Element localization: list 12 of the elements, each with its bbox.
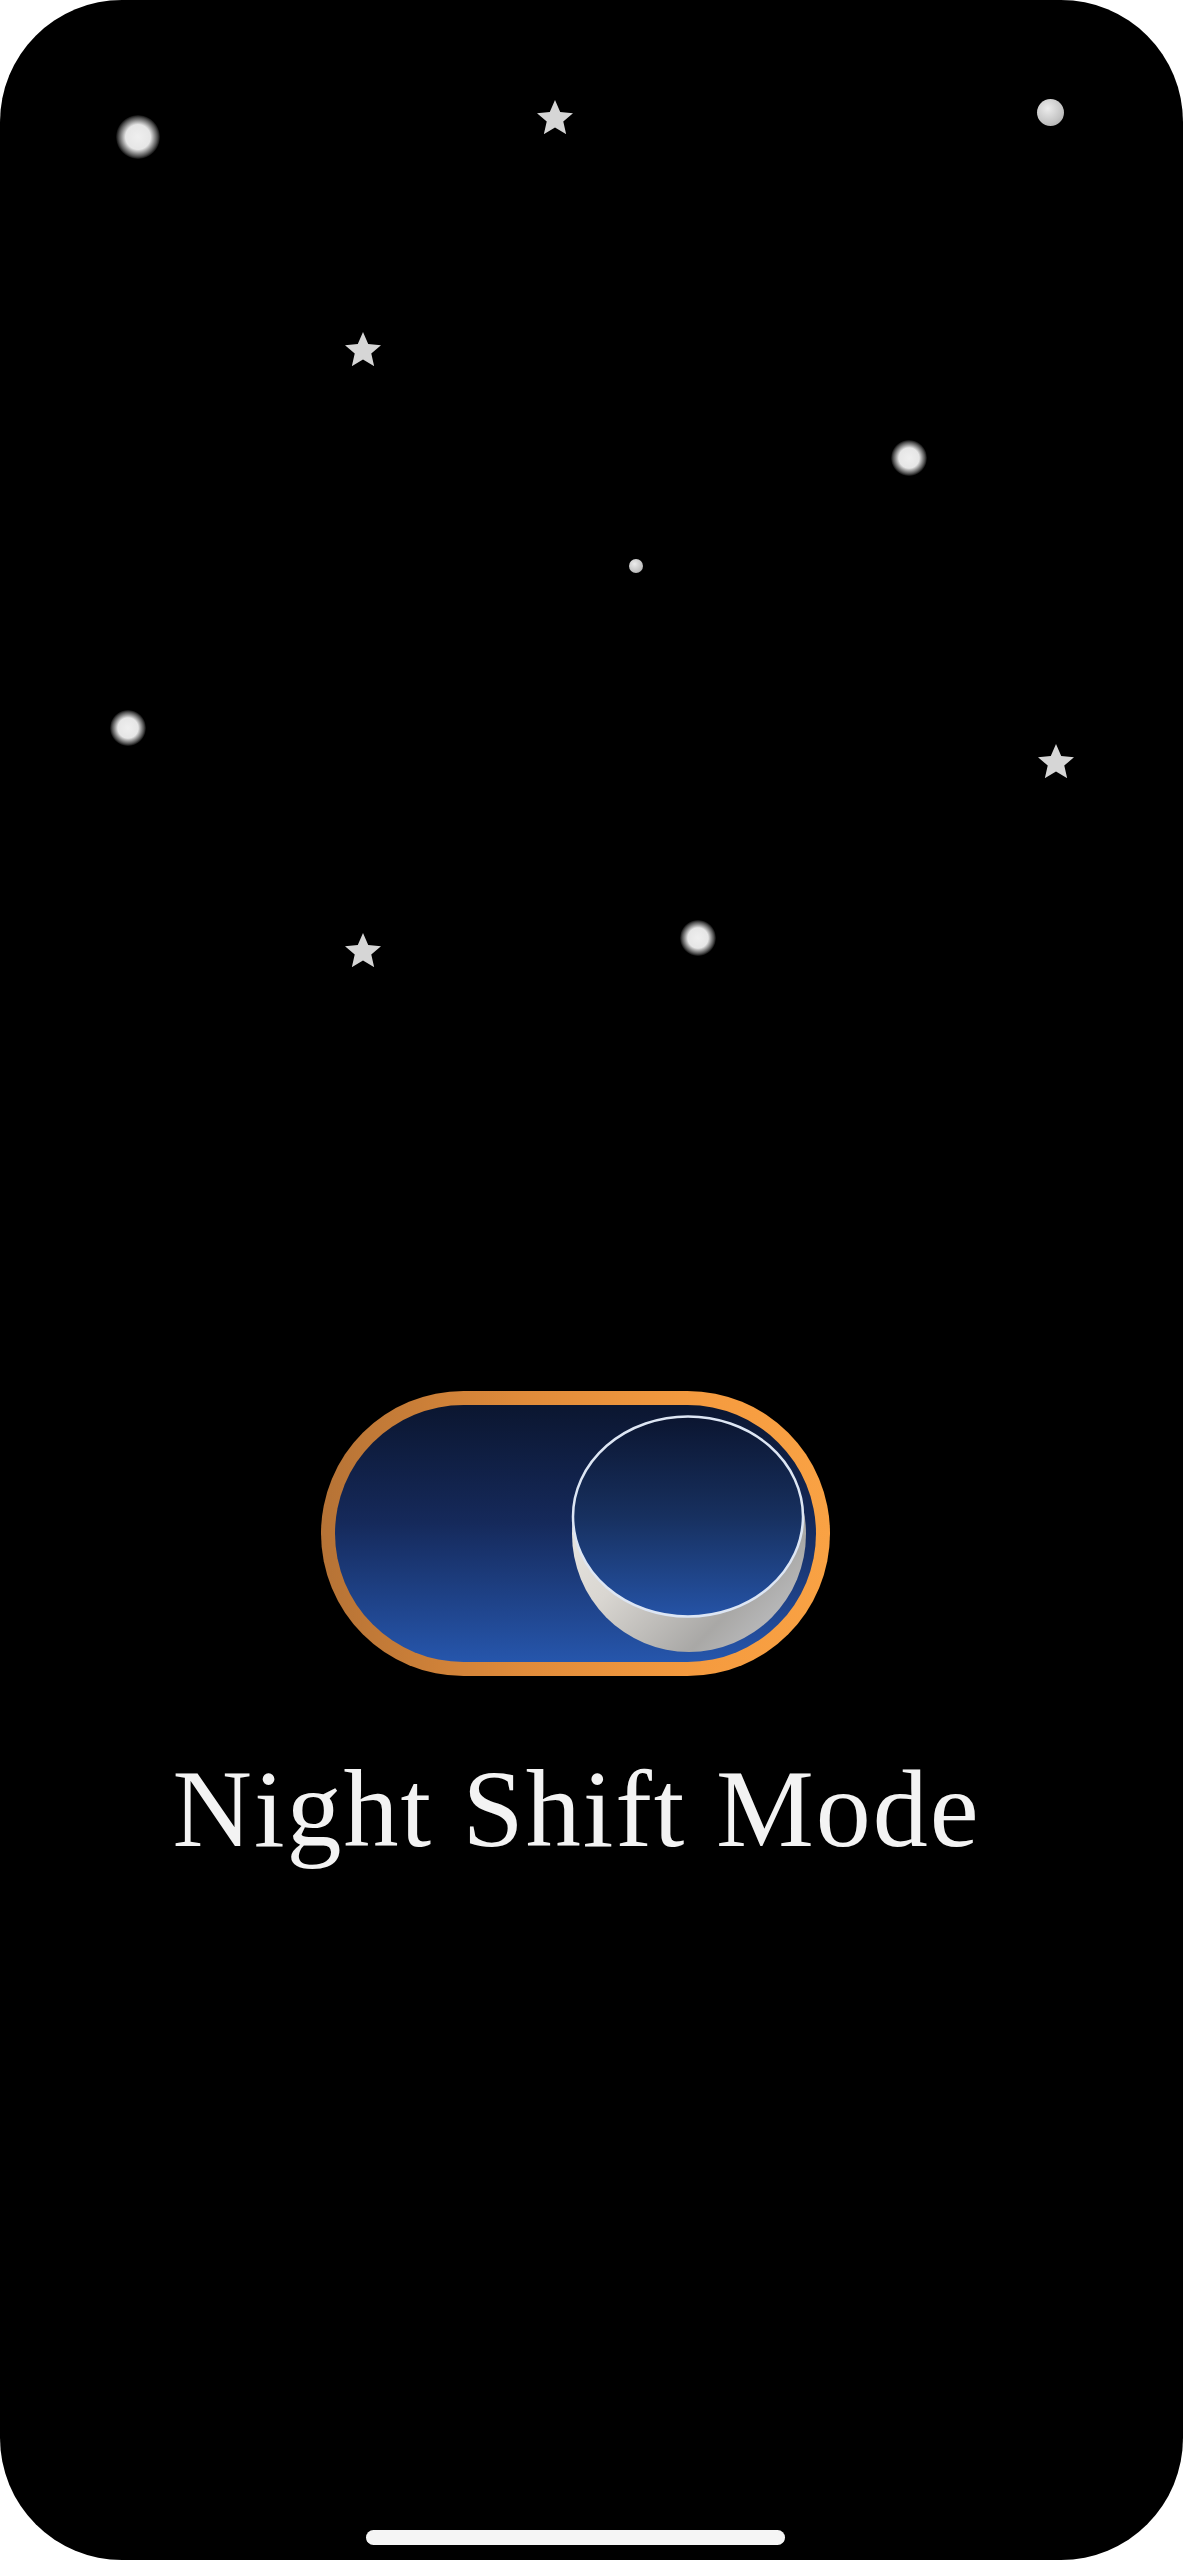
glowing-dot-icon [110,710,146,746]
star-icon [345,932,381,968]
dot-icon [629,559,643,573]
toggle-knob[interactable] [571,1415,807,1653]
mode-label: Night Shift Mode [172,1747,981,1872]
star-icon [1038,743,1074,779]
star-icon [537,99,573,135]
glowing-dot-icon [891,440,927,476]
star-icon [345,331,381,367]
glowing-dot-icon [680,920,716,956]
dot-icon [1036,98,1064,126]
glowing-dot-icon [116,115,160,159]
